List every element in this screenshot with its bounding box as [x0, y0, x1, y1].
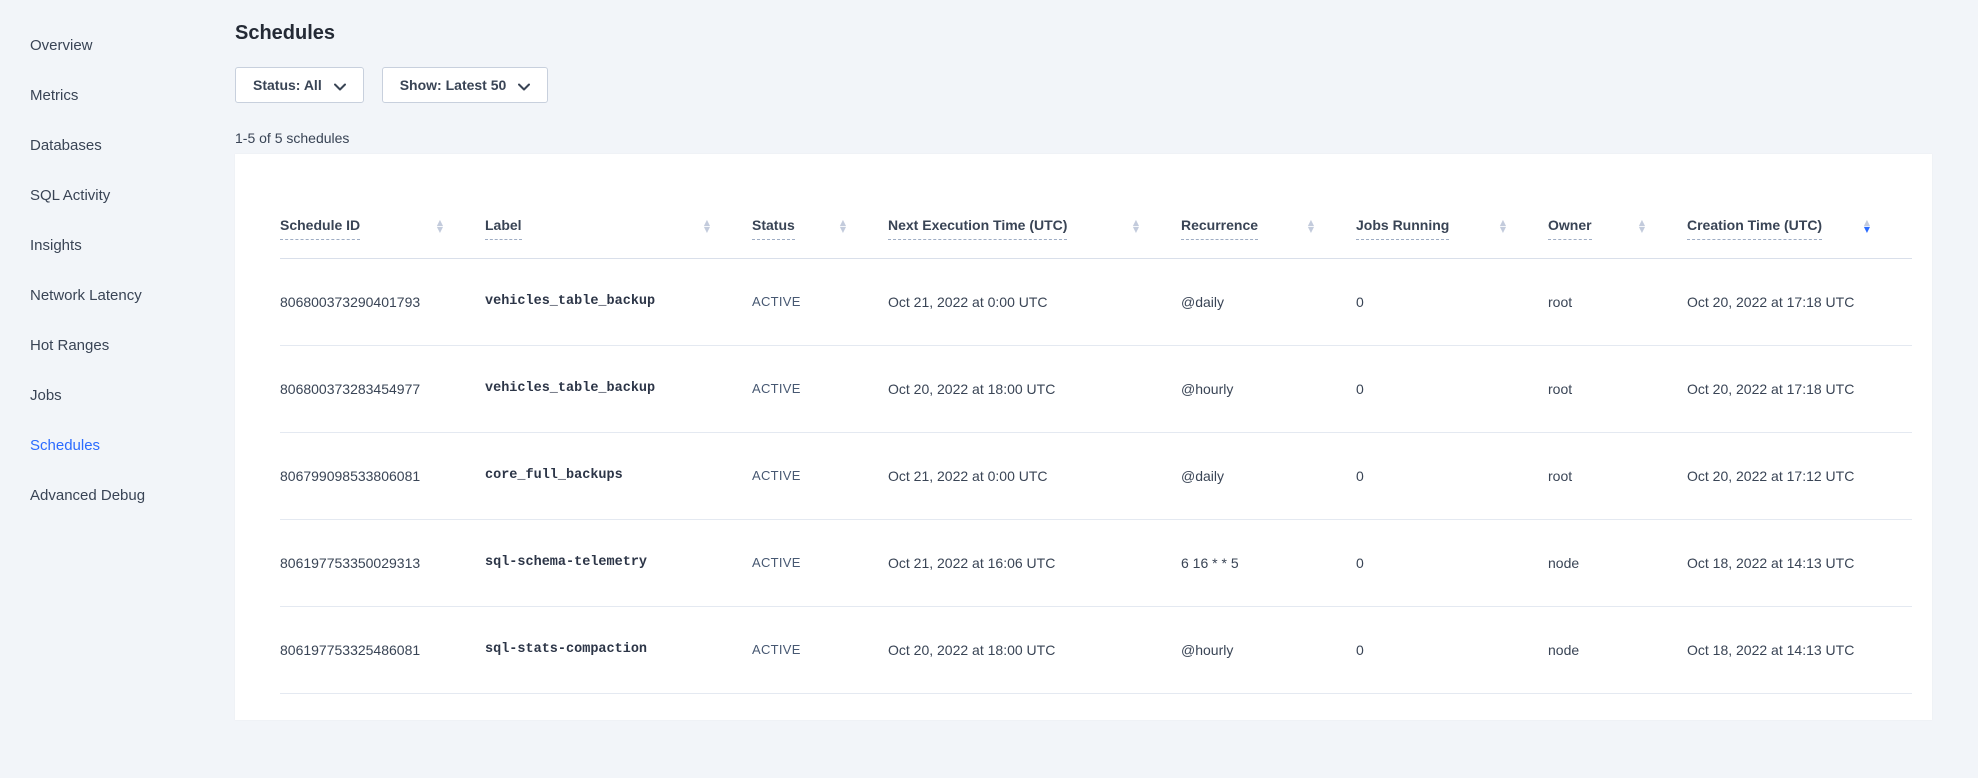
- column-header-jobs-running[interactable]: Jobs Running ▲ ▼: [1356, 154, 1548, 258]
- cell-status: ACTIVE: [752, 345, 888, 432]
- sort-desc-icon: ▼: [437, 226, 443, 233]
- sort-arrows-icon[interactable]: ▲ ▼: [1308, 219, 1314, 233]
- cell-owner: node: [1548, 519, 1687, 606]
- cell-jobs-running: 0: [1356, 432, 1548, 519]
- cell-schedule-id: 806800373283454977: [280, 345, 485, 432]
- cell-creation-time: Oct 20, 2022 at 17:12 UTC: [1687, 432, 1912, 519]
- cell-owner: root: [1548, 258, 1687, 345]
- schedules-table: Schedule ID ▲ ▼ Label ▲: [280, 154, 1912, 694]
- column-header-schedule-id[interactable]: Schedule ID ▲ ▼: [280, 154, 485, 258]
- cell-owner: root: [1548, 432, 1687, 519]
- cell-label: vehicles_table_backup: [485, 345, 752, 432]
- cell-recurrence: @hourly: [1181, 606, 1356, 693]
- cell-label: vehicles_table_backup: [485, 258, 752, 345]
- sidebar-item-network-latency[interactable]: Network Latency: [30, 286, 222, 306]
- column-header-recurrence[interactable]: Recurrence ▲ ▼: [1181, 154, 1356, 258]
- cell-status: ACTIVE: [752, 258, 888, 345]
- cell-schedule-id: 806197753325486081: [280, 606, 485, 693]
- sidebar-item-insights[interactable]: Insights: [30, 236, 222, 256]
- table-row: 806800373283454977 vehicles_table_backup…: [280, 345, 1912, 432]
- cell-jobs-running: 0: [1356, 606, 1548, 693]
- cell-next-execution: Oct 21, 2022 at 0:00 UTC: [888, 432, 1181, 519]
- cell-next-execution: Oct 21, 2022 at 0:00 UTC: [888, 258, 1181, 345]
- sort-desc-icon: ▼: [704, 226, 710, 233]
- sidebar-item-schedules[interactable]: Schedules: [30, 436, 222, 456]
- sort-arrows-icon[interactable]: ▲ ▼: [704, 219, 710, 233]
- sidebar-item-hot-ranges[interactable]: Hot Ranges: [30, 336, 222, 356]
- cell-label: sql-stats-compaction: [485, 606, 752, 693]
- show-filter-label: Show: Latest 50: [400, 77, 507, 93]
- sidebar-item-sql-activity[interactable]: SQL Activity: [30, 186, 222, 206]
- sort-arrows-icon[interactable]: ▲ ▼: [1639, 219, 1645, 233]
- table-row: 806799098533806081 core_full_backups ACT…: [280, 432, 1912, 519]
- column-header-status[interactable]: Status ▲ ▼: [752, 154, 888, 258]
- sidebar-item-metrics[interactable]: Metrics: [30, 86, 222, 106]
- cell-creation-time: Oct 20, 2022 at 17:18 UTC: [1687, 258, 1912, 345]
- cell-label: core_full_backups: [485, 432, 752, 519]
- cell-label: sql-schema-telemetry: [485, 519, 752, 606]
- status-filter-label: Status: All: [253, 77, 322, 93]
- sort-arrows-icon[interactable]: ▲ ▼: [1864, 219, 1870, 233]
- table-row: 806197753325486081 sql-stats-compaction …: [280, 606, 1912, 693]
- page-title: Schedules: [235, 20, 1932, 46]
- cell-status: ACTIVE: [752, 606, 888, 693]
- chevron-down-icon: [518, 78, 530, 94]
- cell-creation-time: Oct 20, 2022 at 17:18 UTC: [1687, 345, 1912, 432]
- cell-owner: node: [1548, 606, 1687, 693]
- cell-next-execution: Oct 20, 2022 at 18:00 UTC: [888, 606, 1181, 693]
- schedules-table-card: Schedule ID ▲ ▼ Label ▲: [235, 154, 1932, 720]
- sidebar: Overview Metrics Databases SQL Activity …: [0, 0, 222, 778]
- sort-desc-icon: ▼: [840, 226, 846, 233]
- cell-recurrence: @hourly: [1181, 345, 1356, 432]
- table-row: 806800373290401793 vehicles_table_backup…: [280, 258, 1912, 345]
- cell-creation-time: Oct 18, 2022 at 14:13 UTC: [1687, 519, 1912, 606]
- result-count: 1-5 of 5 schedules: [235, 128, 1932, 148]
- sort-arrows-icon[interactable]: ▲ ▼: [840, 219, 846, 233]
- sort-desc-icon: ▼: [1639, 226, 1645, 233]
- cell-next-execution: Oct 20, 2022 at 18:00 UTC: [888, 345, 1181, 432]
- sort-arrows-icon[interactable]: ▲ ▼: [1500, 219, 1506, 233]
- sidebar-item-jobs[interactable]: Jobs: [30, 386, 222, 406]
- filter-bar: Status: All Show: Latest 50: [235, 67, 1932, 103]
- chevron-down-icon: [334, 78, 346, 94]
- cell-jobs-running: 0: [1356, 519, 1548, 606]
- table-header-row: Schedule ID ▲ ▼ Label ▲: [280, 154, 1912, 258]
- cell-status: ACTIVE: [752, 432, 888, 519]
- sort-arrows-icon[interactable]: ▲ ▼: [1133, 219, 1139, 233]
- app-root: Overview Metrics Databases SQL Activity …: [0, 0, 1978, 778]
- cell-next-execution: Oct 21, 2022 at 16:06 UTC: [888, 519, 1181, 606]
- sort-desc-icon: ▼: [1500, 226, 1506, 233]
- cell-recurrence: @daily: [1181, 432, 1356, 519]
- cell-schedule-id: 806800373290401793: [280, 258, 485, 345]
- cell-status: ACTIVE: [752, 519, 888, 606]
- cell-owner: root: [1548, 345, 1687, 432]
- cell-jobs-running: 0: [1356, 258, 1548, 345]
- sidebar-item-databases[interactable]: Databases: [30, 136, 222, 156]
- cell-creation-time: Oct 18, 2022 at 14:13 UTC: [1687, 606, 1912, 693]
- column-header-next-execution-time[interactable]: Next Execution Time (UTC) ▲ ▼: [888, 154, 1181, 258]
- sidebar-item-advanced-debug[interactable]: Advanced Debug: [30, 486, 222, 506]
- sidebar-item-overview[interactable]: Overview: [30, 36, 222, 56]
- column-header-label[interactable]: Label ▲ ▼: [485, 154, 752, 258]
- status-filter-dropdown[interactable]: Status: All: [235, 67, 364, 103]
- column-header-creation-time[interactable]: Creation Time (UTC) ▲ ▼: [1687, 154, 1912, 258]
- main-content: Schedules Status: All Show: Latest 50 1-…: [222, 0, 1978, 778]
- show-filter-dropdown[interactable]: Show: Latest 50: [382, 67, 549, 103]
- cell-jobs-running: 0: [1356, 345, 1548, 432]
- cell-recurrence: 6 16 * * 5: [1181, 519, 1356, 606]
- sort-desc-icon: ▼: [1133, 226, 1139, 233]
- cell-recurrence: @daily: [1181, 258, 1356, 345]
- sort-desc-icon: ▼: [1864, 226, 1870, 233]
- sort-arrows-icon[interactable]: ▲ ▼: [437, 219, 443, 233]
- column-header-owner[interactable]: Owner ▲ ▼: [1548, 154, 1687, 258]
- table-row: 806197753350029313 sql-schema-telemetry …: [280, 519, 1912, 606]
- cell-schedule-id: 806197753350029313: [280, 519, 485, 606]
- cell-schedule-id: 806799098533806081: [280, 432, 485, 519]
- sort-desc-icon: ▼: [1308, 226, 1314, 233]
